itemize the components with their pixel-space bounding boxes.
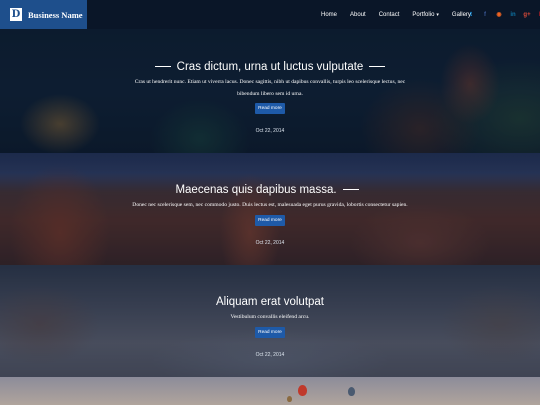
title-divider — [342, 189, 359, 191]
post-excerpt: Vestibulum convallis eleifend arcu. — [110, 311, 430, 323]
brand[interactable]: D Business Name — [0, 0, 87, 29]
post-date: Oct 22, 2014 — [255, 128, 285, 134]
post-hero-2: Maecenas quis dapibus massa. Donec nec s… — [0, 153, 540, 265]
excerpt-line: Donec nec scelerisque sem, nec commodo j… — [132, 202, 408, 208]
post-excerpt: Cras ut hendrerit nunc. Etiam ut viverra… — [110, 76, 430, 100]
read-more-button[interactable]: Read more — [255, 327, 285, 338]
excerpt-line: Cras ut hendrerit nunc. Etiam ut viverra… — [134, 79, 406, 85]
post-title[interactable]: Maecenas quis dapibus massa. — [0, 184, 540, 196]
pinterest-icon[interactable]: P — [534, 12, 540, 18]
twitter-icon[interactable]: t — [464, 12, 478, 18]
balloon-image — [298, 385, 307, 396]
excerpt-line: bibendum libero sem id urna. — [237, 91, 303, 97]
nav-portfolio[interactable]: Portfolio ▾ — [412, 12, 439, 18]
facebook-icon[interactable]: f — [478, 12, 492, 18]
social-links: t f ◉ in g+ P — [464, 0, 540, 29]
logo-icon: D — [10, 8, 22, 21]
balloon-image — [287, 396, 292, 402]
post-hero-4 — [0, 377, 540, 405]
post-title-text[interactable]: Cras dictum, urna ut luctus vulputate — [177, 61, 364, 73]
title-divider — [154, 66, 171, 68]
post-excerpt: Donec nec scelerisque sem, nec commodo j… — [90, 199, 450, 211]
post-title[interactable]: Aliquam erat volutpat — [0, 296, 540, 308]
post-title-text[interactable]: Aliquam erat volutpat — [216, 296, 324, 308]
post-hero-1: Cras dictum, urna ut luctus vulputate Cr… — [0, 29, 540, 153]
nav-contact[interactable]: Contact — [379, 12, 400, 18]
chevron-down-icon: ▾ — [436, 11, 439, 18]
title-divider — [369, 66, 386, 68]
balloon-image — [348, 387, 355, 396]
post-title-text[interactable]: Maecenas quis dapibus massa. — [175, 184, 336, 196]
nav-about[interactable]: About — [350, 12, 366, 18]
linkedin-icon[interactable]: in — [506, 12, 520, 18]
brand-name[interactable]: Business Name — [28, 10, 83, 20]
excerpt-line: Vestibulum convallis eleifend arcu. — [230, 314, 310, 320]
post-date: Oct 22, 2014 — [255, 240, 285, 246]
post-hero-3: Aliquam erat volutpat Vestibulum convall… — [0, 265, 540, 377]
nav-portfolio-label: Portfolio — [412, 11, 435, 18]
nav-home[interactable]: Home — [321, 12, 337, 18]
google-plus-icon[interactable]: g+ — [520, 12, 534, 18]
main-nav: Home About Contact Portfolio ▾ Gallery — [321, 0, 484, 29]
post-title[interactable]: Cras dictum, urna ut luctus vulputate — [0, 61, 540, 73]
read-more-button[interactable]: Read more — [255, 215, 285, 226]
read-more-button[interactable]: Read more — [255, 103, 285, 114]
site-header: D Business Name Home About Contact Portf… — [0, 0, 540, 29]
rss-icon[interactable]: ◉ — [492, 11, 506, 18]
post-date: Oct 22, 2014 — [255, 352, 285, 358]
